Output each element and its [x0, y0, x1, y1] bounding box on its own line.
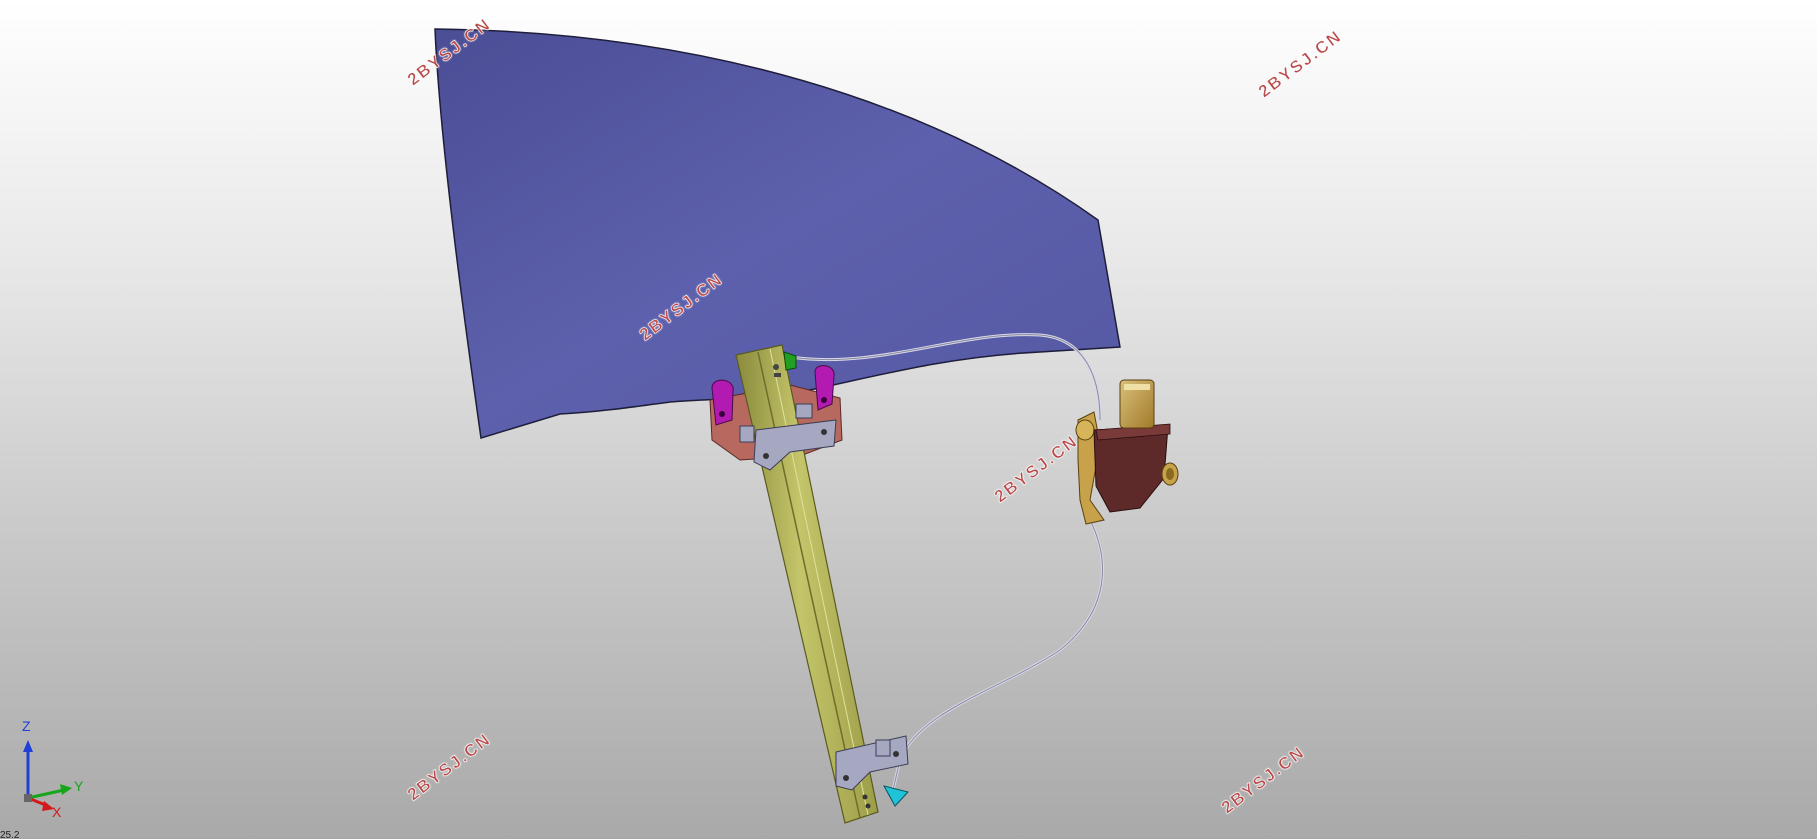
glass-clip-right — [814, 365, 835, 411]
axis-label-x: X — [52, 804, 62, 820]
glass-clip-left — [711, 379, 734, 426]
drive-cable-lower — [891, 519, 1104, 791]
axis-triad[interactable]: Z Y X — [14, 718, 84, 820]
cad-3d-viewport[interactable]: 2BYSJ.CN 2BYSJ.CN 2BYSJ.CN 2BYSJ.CN 2BYS… — [0, 0, 1817, 839]
rail-bottom-cap — [883, 785, 909, 807]
status-readout: 25.2 — [0, 830, 20, 839]
axis-label-y: Y — [74, 778, 84, 794]
window-regulator-model[interactable] — [0, 0, 1817, 839]
window-motor — [1075, 379, 1179, 525]
axis-label-z: Z — [22, 718, 31, 734]
